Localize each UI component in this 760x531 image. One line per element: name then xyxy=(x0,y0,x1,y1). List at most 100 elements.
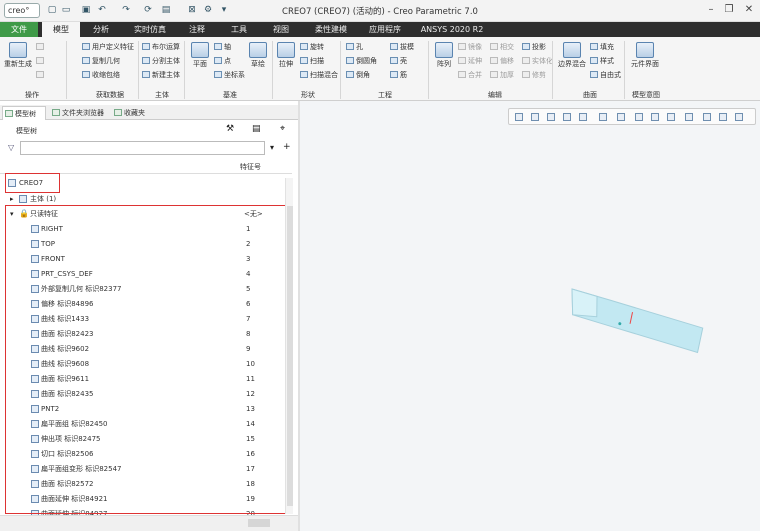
repaint-icon[interactable] xyxy=(563,113,571,121)
graphics-area[interactable] xyxy=(300,101,760,531)
tree-settings-icon[interactable]: ⚒ xyxy=(226,124,234,134)
split-body-button[interactable]: 分割主体 xyxy=(142,56,180,66)
tab-analysis[interactable]: 分析 xyxy=(82,22,120,37)
udf-button[interactable]: 用户定义特征 xyxy=(82,42,134,52)
group-editing[interactable]: 编辑 xyxy=(460,91,530,100)
highlight-features xyxy=(5,205,289,514)
perspective-icon[interactable] xyxy=(579,113,587,121)
group-separator xyxy=(428,41,429,99)
tab-ansys[interactable]: ANSYS 2020 R2 xyxy=(418,22,486,37)
tab-view[interactable]: 视图 xyxy=(264,22,298,37)
fill-button[interactable]: 填充 xyxy=(590,42,614,52)
group-shapes[interactable]: 形状 xyxy=(280,91,336,100)
group-get-data[interactable]: 获取数据 xyxy=(82,91,138,100)
add-icon[interactable]: + xyxy=(283,142,291,152)
tab-tools[interactable]: 工具 xyxy=(222,22,256,37)
group-engineering[interactable]: 工程 xyxy=(350,91,420,100)
group-model-intent[interactable]: 模型意图 xyxy=(626,91,666,100)
group-datum[interactable]: 基准 xyxy=(190,91,270,100)
offset-button[interactable]: 加厚 xyxy=(490,70,514,80)
column-feature-number[interactable]: 特征号 xyxy=(240,162,261,172)
shell-button[interactable]: 壳 xyxy=(390,56,407,66)
regenerate-button[interactable]: 重新生成 xyxy=(4,42,32,69)
search-dropdown-icon[interactable]: ▾ xyxy=(270,143,274,152)
tab-applications[interactable]: 应用程序 xyxy=(363,22,407,37)
point-display-icon[interactable] xyxy=(719,113,727,121)
display-style-icon[interactable] xyxy=(599,113,607,121)
close-icon[interactable]: ✕ xyxy=(740,2,758,18)
filter-icon[interactable]: ▽ xyxy=(8,143,14,152)
plane-button[interactable]: 平面 xyxy=(186,42,214,69)
sketch-button[interactable]: 草绘 xyxy=(244,42,272,69)
search-input[interactable] xyxy=(20,141,265,155)
refit-icon[interactable] xyxy=(515,113,523,121)
body-icon xyxy=(19,195,27,203)
tab-model[interactable]: 模型 xyxy=(42,22,80,37)
restore-icon[interactable]: ❐ xyxy=(720,2,738,18)
pin-icon[interactable]: ⌖ xyxy=(280,124,285,134)
copy-button[interactable] xyxy=(36,42,46,52)
thicken-button[interactable]: 实体化 xyxy=(522,56,553,66)
zoom-in-icon[interactable] xyxy=(531,113,539,121)
tab-flexible-modeling[interactable]: 柔性建模 xyxy=(305,22,357,37)
trim-button[interactable]: 合并 xyxy=(458,70,482,80)
tab-folder-browser[interactable]: 文件夹浏览器 xyxy=(50,106,108,120)
delete-button[interactable] xyxy=(36,70,46,80)
annotation-display-icon[interactable] xyxy=(703,113,711,121)
project-button[interactable]: 投影 xyxy=(522,42,546,52)
tab-model-tree[interactable]: 模型树 xyxy=(2,106,46,120)
solidify-button[interactable]: 修剪 xyxy=(522,70,546,80)
style-button[interactable]: 样式 xyxy=(590,56,614,66)
pattern-button[interactable]: 阵列 xyxy=(430,42,458,69)
group-body[interactable]: 主体 xyxy=(142,91,182,100)
tab-file[interactable]: 文件 xyxy=(0,22,38,37)
merge-button[interactable]: 相交 xyxy=(490,42,514,52)
copy-geometry-button[interactable]: 复制几何 xyxy=(82,56,120,66)
show-icon[interactable]: ▤ xyxy=(252,124,261,134)
extrude-button[interactable]: 拉伸 xyxy=(272,42,300,69)
ribbon-tabs: 文件 模型 分析 实时仿真 注释 工具 视图 柔性建模 应用程序 ANSYS 2… xyxy=(0,22,760,37)
model-tree-header: 模型树 ⚒ ▤ ⌖ xyxy=(0,121,298,141)
paste-button[interactable] xyxy=(36,56,46,66)
window-title: CREO7 (CREO7) (活动的) - Creo Parametric 7.… xyxy=(282,7,478,17)
axis-button[interactable]: 轴 xyxy=(214,42,231,52)
draft-button[interactable]: 拔模 xyxy=(390,42,414,52)
point-button[interactable]: 点 xyxy=(214,56,231,66)
group-operations[interactable]: 操作 xyxy=(4,91,60,100)
tree-horizontal-scrollbar[interactable] xyxy=(0,515,298,531)
hscroll-thumb[interactable] xyxy=(248,519,270,527)
rib-button[interactable]: 筋 xyxy=(390,70,407,80)
datum-display-icon[interactable] xyxy=(667,113,675,121)
mirror-button[interactable]: 镜像 xyxy=(458,42,482,52)
pause-icon[interactable] xyxy=(735,113,743,121)
tab-favorites[interactable]: 收藏夹 xyxy=(112,106,152,120)
tab-annotate[interactable]: 注释 xyxy=(180,22,214,37)
spin-center-icon[interactable] xyxy=(685,113,693,121)
intersect-button[interactable]: 偏移 xyxy=(490,56,514,66)
extend-button[interactable]: 延伸 xyxy=(458,56,482,66)
saved-views-icon[interactable] xyxy=(617,113,625,121)
tree-scrollbar[interactable] xyxy=(285,178,293,514)
zoom-out-icon[interactable] xyxy=(547,113,555,121)
scroll-thumb[interactable] xyxy=(287,206,293,506)
new-body-button[interactable]: 新建主体 xyxy=(142,70,180,80)
hole-button[interactable]: 孔 xyxy=(346,42,363,52)
chamfer-button[interactable]: 倒角 xyxy=(346,70,370,80)
freestyle-button[interactable]: 自由式 xyxy=(590,70,621,80)
group-surfaces[interactable]: 曲面 xyxy=(560,91,620,100)
minimize-icon[interactable]: – xyxy=(702,2,720,18)
csys-button[interactable]: 坐标系 xyxy=(214,70,245,80)
tree-body-row[interactable]: ▸ 主体 (1) xyxy=(0,192,290,206)
round-button[interactable]: 倒圆角 xyxy=(346,56,377,66)
swept-blend-button[interactable]: 扫描混合 xyxy=(300,70,338,80)
boundary-blend-button[interactable]: 边界混合 xyxy=(556,42,588,69)
shrinkwrap-button[interactable]: 收缩包络 xyxy=(82,70,120,80)
revolve-button[interactable]: 旋转 xyxy=(300,42,324,52)
tab-simulation[interactable]: 实时仿真 xyxy=(124,22,176,37)
sweep-button[interactable]: 扫描 xyxy=(300,56,324,66)
section-icon[interactable] xyxy=(651,113,659,121)
expand-icon[interactable]: ▸ xyxy=(10,192,14,206)
view-manager-icon[interactable] xyxy=(635,113,643,121)
boolean-button[interactable]: 布尔运算 xyxy=(142,42,180,52)
component-interface-button[interactable]: 元件界面 xyxy=(628,42,662,69)
